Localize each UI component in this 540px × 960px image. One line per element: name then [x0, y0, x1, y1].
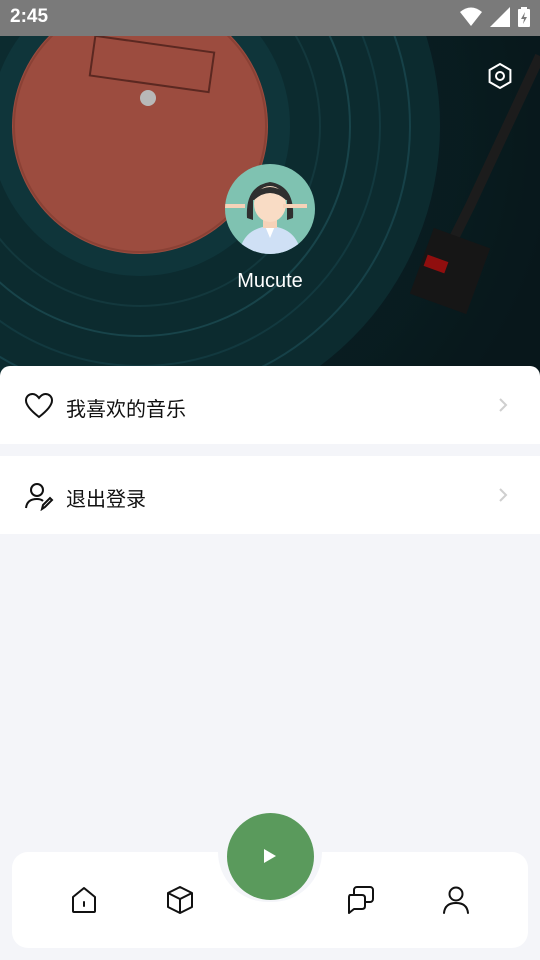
menu-item-label: 我喜欢的音乐 [66, 397, 186, 421]
menu-item-favorite-music[interactable]: 我喜欢的音乐 [0, 366, 540, 444]
menu-item-label: 退出登录 [66, 487, 146, 511]
profile-header: Mucute [0, 36, 540, 376]
status-bar: 2:45 [0, 0, 540, 36]
user-edit-icon [25, 483, 54, 511]
chevron-right-icon [499, 398, 508, 412]
home-icon[interactable] [68, 884, 100, 916]
heart-icon [24, 392, 54, 419]
status-icons [460, 7, 530, 27]
cube-icon[interactable] [164, 884, 196, 916]
play-icon [264, 849, 276, 863]
chat-icon[interactable] [344, 884, 376, 916]
menu-item-logout[interactable]: 退出登录 [0, 456, 540, 534]
chevron-right-icon [499, 488, 508, 502]
play-button[interactable] [227, 813, 314, 900]
person-icon[interactable] [440, 884, 472, 916]
settings-icon[interactable] [486, 62, 514, 90]
signal-icon [490, 7, 510, 27]
battery-icon [518, 7, 530, 27]
username: Mucute [237, 270, 303, 292]
wifi-icon [460, 7, 482, 26]
status-time: 2:45 [10, 6, 49, 27]
avatar[interactable] [225, 164, 315, 254]
